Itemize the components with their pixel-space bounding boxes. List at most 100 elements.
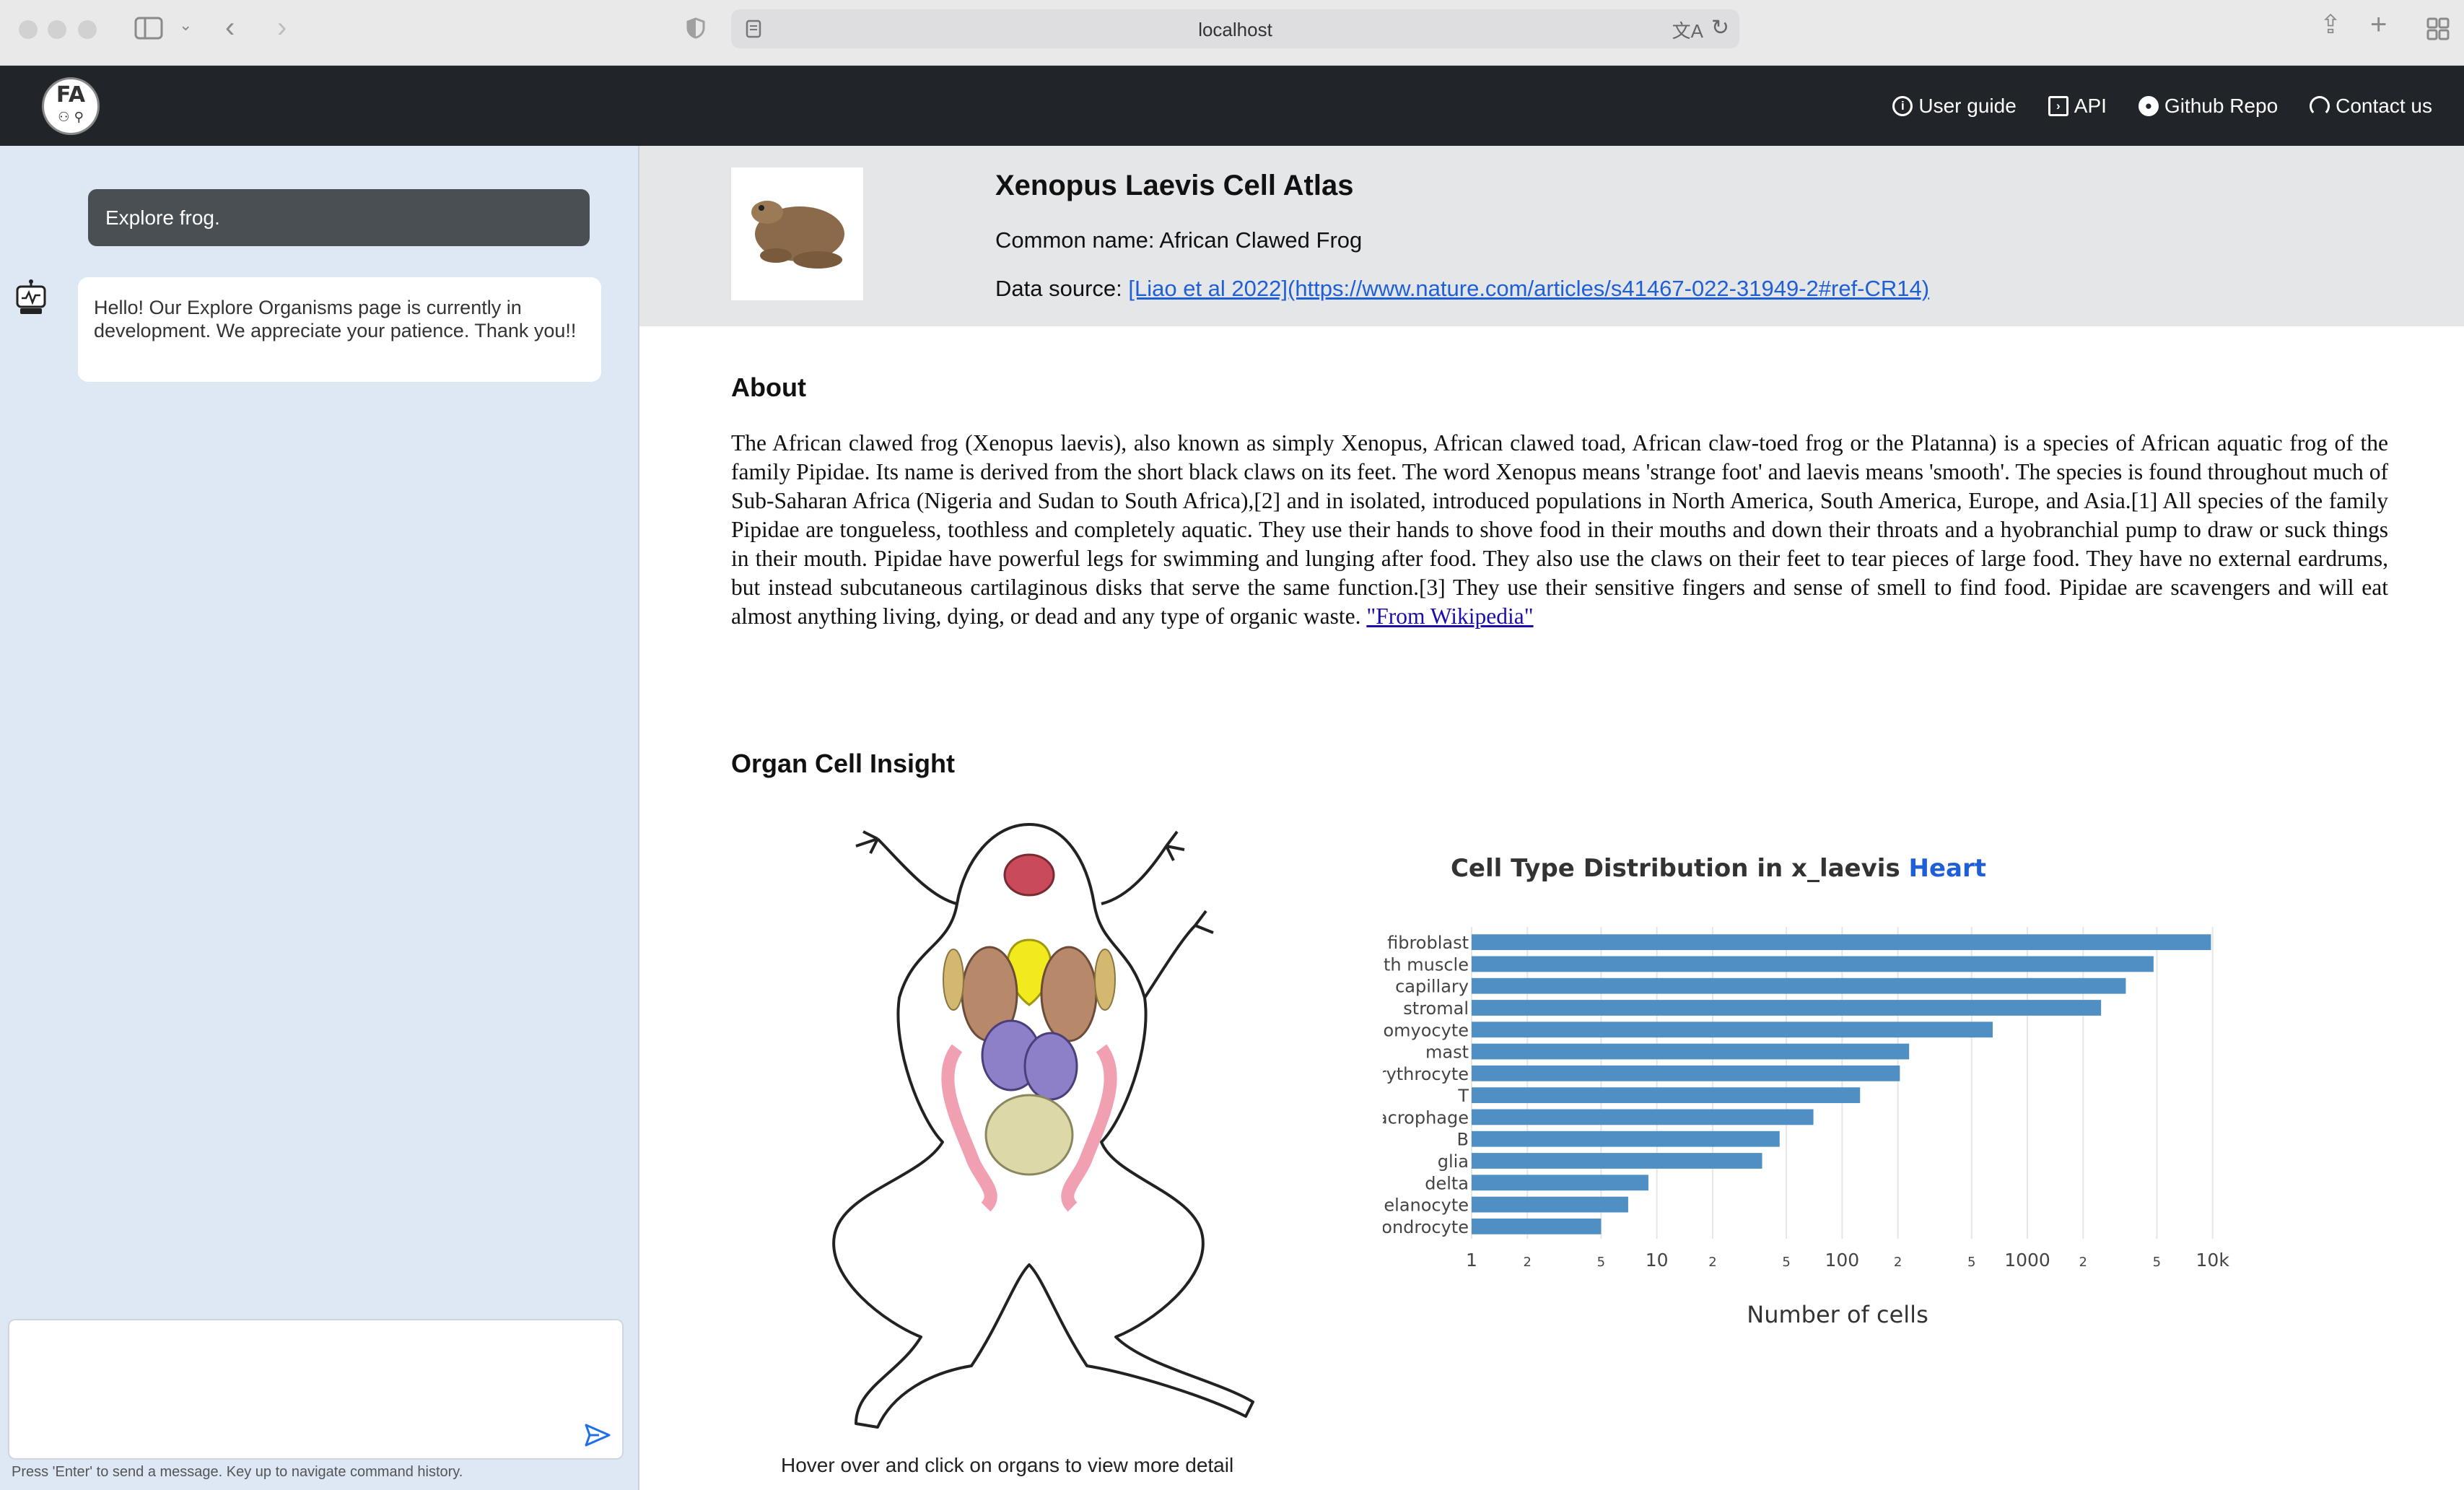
organ-heading: Organ Cell Insight <box>731 749 956 778</box>
chart-bar[interactable] <box>1472 1065 1900 1081</box>
chat-panel: Explore frog. Hello! Our Explore Organis… <box>0 146 639 1490</box>
app-logo[interactable]: FA ⚇ ⚲ <box>42 77 100 135</box>
organism-header: Xenopus Laevis Cell Atlas Common name: A… <box>639 146 2464 326</box>
chart-x-tick-label: 100 <box>1825 1250 1859 1271</box>
terminal-icon: › <box>2048 96 2068 116</box>
nav-api[interactable]: › API <box>2048 95 2107 118</box>
browser-toolbar: ⌄ ‹ › localhost 文A ↻ ⇪ + <box>0 0 2464 66</box>
nav-contact-us[interactable]: Contact us <box>2310 95 2432 118</box>
nav-contact-label: Contact us <box>2336 95 2432 117</box>
nav-user-guide[interactable]: i User guide <box>1892 95 2017 118</box>
chart-title-prefix: Cell Type Distribution in x_laevis <box>1451 854 1909 883</box>
chart-x-tick-label: 1000 <box>2004 1250 2050 1271</box>
chart-bar[interactable] <box>1472 1109 1814 1125</box>
logo-text: FA <box>56 82 86 108</box>
intestine-organ[interactable] <box>984 1094 1074 1176</box>
page-title: Xenopus Laevis Cell Atlas <box>995 170 1354 201</box>
chart-category-label: smooth muscle <box>1383 954 1469 975</box>
tab-overview-icon[interactable] <box>2426 17 2450 40</box>
chart-bar[interactable] <box>1472 1218 1602 1234</box>
chevron-down-icon[interactable]: ⌄ <box>179 17 192 33</box>
chart-x-tick-label: 5 <box>1782 1255 1790 1270</box>
chart-category-labels: fibroblastsmooth musclecapillarystromalc… <box>1383 933 1469 1237</box>
app-navbar: FA ⚇ ⚲ i User guide › API ● Github Repo Cont… <box>0 66 2464 146</box>
chart-x-tick-label: 10k <box>2196 1250 2230 1271</box>
about-heading: About <box>731 372 806 402</box>
chart-x-tick-label: 10 <box>1646 1250 1669 1271</box>
reload-icon[interactable]: ↻ <box>1711 15 1729 40</box>
chart-x-tick-label: 5 <box>1597 1255 1605 1270</box>
chat-hint: Press 'Enter' to send a message. Key up … <box>12 1464 463 1480</box>
sidebar-icon[interactable] <box>134 16 163 40</box>
forward-icon[interactable]: › <box>277 13 287 42</box>
cell-type-bar-chart: Cell Type Distribution in x_laevis Heart… <box>1383 854 2229 1328</box>
nav-user-guide-label: User guide <box>1918 95 2017 117</box>
chart-x-tick-label: 5 <box>2153 1255 2161 1270</box>
chart-x-tick-label: 2 <box>1524 1255 1532 1270</box>
robot-avatar-icon <box>16 279 46 314</box>
about-text: The African clawed frog (Xenopus laevis)… <box>731 429 2388 631</box>
close-window-button[interactable] <box>19 20 38 39</box>
chart-bar[interactable] <box>1472 1175 1648 1191</box>
share-icon[interactable]: ⇪ <box>2320 12 2341 38</box>
main-content: Xenopus Laevis Cell Atlas Common name: A… <box>639 146 2464 1490</box>
chart-x-tick-label: 5 <box>1967 1255 1975 1270</box>
chart-bar[interactable] <box>1472 1021 1993 1038</box>
chat-input[interactable] <box>8 1319 624 1460</box>
chart-bar[interactable] <box>1472 1087 1861 1104</box>
right-lung-organ[interactable] <box>1040 946 1098 1042</box>
data-source-label: Data source: <box>995 276 1129 301</box>
chart-x-ticks: 1 2 5 10 2 5 100 2 5 1000 2 5 10k <box>1466 1250 2229 1271</box>
chart-category-label: macrophage <box>1383 1107 1469 1128</box>
chart-category-label: cardiomyocyte <box>1383 1020 1469 1040</box>
chart-x-tick-label: 2 <box>1708 1255 1716 1270</box>
chart-x-tick-label: 2 <box>1894 1255 1902 1270</box>
back-icon[interactable]: ‹ <box>225 13 235 42</box>
minimize-window-button[interactable] <box>48 20 66 39</box>
github-icon: ● <box>2138 96 2159 116</box>
chart-title: Cell Type Distribution in x_laevis Heart <box>1451 854 1986 883</box>
chart-bar[interactable] <box>1472 1130 1780 1147</box>
new-tab-icon[interactable]: + <box>2370 10 2387 39</box>
address-bar[interactable]: localhost 文A ↻ <box>731 9 1739 48</box>
chart-gridlines <box>1471 927 2214 1239</box>
chart-x-axis-label: Number of cells <box>1747 1301 1928 1328</box>
nav-github-repo[interactable]: ● Github Repo <box>2138 95 2278 118</box>
app-root: { "browser": {"url": "localhost"}, "nav"… <box>0 0 2464 1490</box>
headset-icon <box>2310 96 2330 116</box>
chart-bars <box>1472 934 2211 1234</box>
info-icon: i <box>1892 96 1913 116</box>
chart-bar[interactable] <box>1472 977 2126 994</box>
chart-bar[interactable] <box>1472 1196 1628 1213</box>
chart-bar[interactable] <box>1472 1043 1910 1060</box>
chart-bar[interactable] <box>1472 1153 1762 1169</box>
chart-category-label: melanocyte <box>1383 1195 1469 1216</box>
chart-category-label: T <box>1457 1086 1469 1106</box>
frog-anatomy-diagram[interactable] <box>813 817 1275 1452</box>
chart-category-label: chondrocyte <box>1383 1217 1469 1237</box>
brain-organ[interactable] <box>1003 853 1055 897</box>
data-source-link[interactable]: [Liao et al 2022](https://www.nature.com… <box>1128 276 1929 301</box>
about-body: The African clawed frog (Xenopus laevis)… <box>731 430 2388 629</box>
chart-category-label: glia <box>1438 1151 1469 1172</box>
translate-icon[interactable]: 文A <box>1672 17 1703 43</box>
chart-category-label: B <box>1457 1130 1469 1150</box>
chart-bar[interactable] <box>1472 956 2154 972</box>
wikipedia-link[interactable]: "From Wikipedia" <box>1366 604 1533 629</box>
chart-title-highlight: Heart <box>1909 854 1986 883</box>
stomach-organ[interactable] <box>1023 1032 1078 1101</box>
chart-category-label: erythrocyte <box>1383 1064 1469 1084</box>
privacy-shield-icon[interactable] <box>686 17 706 39</box>
chart-category-label: stromal <box>1403 998 1469 1019</box>
nav-links: i User guide › API ● Github Repo Contact us <box>1892 95 2432 118</box>
chart-bar[interactable] <box>1472 1000 2102 1016</box>
chart-x-tick-label: 2 <box>2079 1255 2087 1270</box>
chart-bar[interactable] <box>1472 934 2211 951</box>
data-source: Data source: [Liao et al 2022](https://w… <box>995 276 1929 302</box>
nav-github-label: Github Repo <box>2164 95 2279 117</box>
send-icon[interactable] <box>583 1421 612 1450</box>
organ-caption: Hover over and click on organs to view m… <box>781 1454 1234 1476</box>
chart-category-label: mast <box>1425 1042 1469 1063</box>
zoom-window-button[interactable] <box>78 20 97 39</box>
nav-api-label: API <box>2074 95 2107 117</box>
